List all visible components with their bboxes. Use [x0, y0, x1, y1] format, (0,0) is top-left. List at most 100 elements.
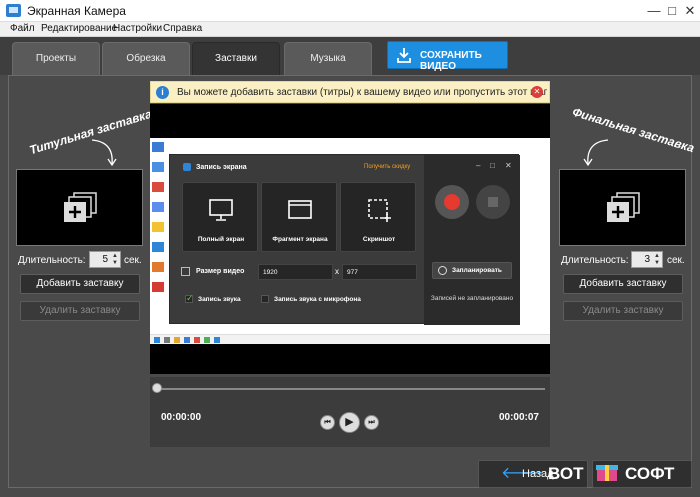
timeline-panel: 00:00:00 00:00:07 ⏮ ▶ ⏭: [150, 377, 550, 447]
intro-duration-value: 5: [102, 254, 108, 265]
final-outro-preview[interactable]: [559, 169, 686, 246]
title-bar: Экранная Камера — □ ✕: [0, 0, 700, 22]
desktop-shortcut-icon: [152, 142, 164, 152]
desktop-screenshot: Запись экрана Получить скидку – □ ✕ Полн…: [150, 138, 550, 344]
menu-file[interactable]: Файл: [10, 23, 35, 34]
taskbar-app-icon: [174, 337, 180, 343]
recorder-logo-icon: [183, 163, 191, 171]
taskbar-app-icon: [184, 337, 190, 343]
desktop-shortcut-icon: [152, 202, 164, 212]
mode-screenshot[interactable]: Скриншот: [340, 182, 416, 252]
add-intro-button[interactable]: Добавить заставку: [20, 274, 140, 294]
discount-link[interactable]: Получить скидку: [364, 164, 410, 170]
outro-duration-stepper[interactable]: 3 ▲ ▼: [631, 251, 663, 268]
clock-icon: [438, 266, 447, 275]
tab-bar: Проекты Обрезка Заставки Музыка СОХРАНИТ…: [0, 37, 700, 75]
stop-button[interactable]: [476, 185, 510, 219]
sound-label: Запись звука: [198, 296, 241, 303]
tab-trim[interactable]: Обрезка: [102, 42, 190, 75]
close-button[interactable]: ✕: [680, 2, 700, 20]
record-button[interactable]: [435, 185, 469, 219]
schedule-button[interactable]: Запланировать: [432, 262, 512, 279]
timeline-track[interactable]: [155, 388, 545, 390]
maximize-button[interactable]: □: [662, 2, 682, 20]
intro-duration-label: Длительность:: [18, 255, 86, 266]
save-video-label: СОХРАНИТЬ ВИДЕО: [420, 50, 482, 72]
screenshot-icon: [368, 199, 391, 222]
mode-fullscreen-label: Полный экран: [197, 236, 245, 243]
forward-button[interactable]: ⏭: [364, 415, 379, 430]
screen-recorder-window: Запись экрана Получить скидку – □ ✕ Полн…: [169, 154, 520, 325]
intro-duration-unit: сек.: [124, 255, 142, 266]
outro-duration-value: 3: [644, 254, 650, 265]
close-icon[interactable]: ✕: [531, 86, 543, 98]
video-preview: Запись экрана Получить скидку – □ ✕ Полн…: [150, 104, 550, 374]
minimize-icon[interactable]: –: [476, 161, 480, 170]
stepper-arrows-icon[interactable]: ▲ ▼: [112, 253, 118, 267]
remove-outro-button[interactable]: Удалить заставку: [563, 301, 683, 321]
menu-help[interactable]: Справка: [163, 23, 202, 34]
app-window: Экранная Камера — □ ✕ Файл Редактировани…: [0, 0, 700, 497]
close-icon[interactable]: ✕: [505, 161, 512, 170]
title-intro-preview[interactable]: [16, 169, 143, 246]
play-button[interactable]: ▶: [339, 412, 360, 433]
monitor-icon: [209, 199, 233, 221]
taskbar-app-icon: [164, 337, 170, 343]
info-banner: i Вы можете добавить заставки (титры) к …: [150, 81, 550, 103]
tab-intros[interactable]: Заставки: [192, 42, 280, 75]
mic-label: Запись звука с микрофона: [274, 296, 361, 303]
curved-arrow-icon: [91, 139, 117, 167]
intro-duration-stepper[interactable]: 5 ▲ ▼: [89, 251, 121, 268]
current-time: 00:00:00: [161, 412, 202, 423]
width-field[interactable]: 1920: [258, 264, 333, 280]
tab-projects[interactable]: Проекты: [12, 42, 100, 75]
download-icon: [397, 48, 411, 63]
window-icon: [288, 200, 312, 219]
menu-bar: Файл Редактирование Настройки Справка: [0, 22, 700, 37]
mic-checkbox[interactable]: [261, 295, 269, 303]
add-layers-icon: [607, 192, 640, 222]
mode-fragment[interactable]: Фрагмент экрана: [261, 182, 337, 252]
info-icon: i: [156, 86, 169, 99]
desktop-shortcut-icon: [152, 222, 164, 232]
sound-checkbox[interactable]: [185, 293, 194, 304]
taskbar-app-icon: [194, 337, 200, 343]
desktop-shortcut-icon: [152, 162, 164, 172]
watermark-right: СОФТ: [625, 464, 675, 483]
maximize-icon[interactable]: □: [490, 161, 495, 170]
taskbar-app-icon: [214, 337, 220, 343]
taskbar: [150, 334, 550, 344]
mode-screenshot-label: Скриншот: [362, 236, 396, 243]
height-field[interactable]: 977: [342, 264, 417, 280]
minimize-button[interactable]: —: [644, 2, 664, 20]
tab-music[interactable]: Музыка: [284, 42, 372, 75]
mode-fragment-label: Фрагмент экрана: [272, 236, 328, 243]
desktop-shortcut-icon: [152, 262, 164, 272]
total-time: 00:00:07: [498, 412, 539, 423]
video-size-label: Размер видео: [196, 268, 245, 275]
add-layers-icon: [64, 192, 97, 222]
info-message: Вы можете добавить заставки (титры) к ва…: [177, 87, 548, 98]
desktop-shortcut-icon: [152, 182, 164, 192]
taskbar-app-icon: [204, 337, 210, 343]
mode-fullscreen[interactable]: Полный экран: [182, 182, 258, 252]
watermark: ВОТ СОФТ: [548, 458, 688, 486]
stepper-arrows-icon[interactable]: ▲ ▼: [654, 253, 660, 267]
size-separator: x: [335, 267, 339, 276]
desktop-shortcut-icon: [152, 282, 164, 292]
app-camera-icon: [6, 4, 21, 17]
windows-start-icon: [154, 337, 160, 343]
desktop-shortcut-icon: [152, 242, 164, 252]
remove-intro-button[interactable]: Удалить заставку: [20, 301, 140, 321]
outro-duration-unit: сек.: [667, 255, 685, 266]
add-outro-button[interactable]: Добавить заставку: [563, 274, 683, 294]
menu-settings[interactable]: Настройки: [113, 23, 162, 34]
watermark-left: ВОТ: [548, 464, 584, 483]
menu-edit[interactable]: Редактирование: [41, 23, 117, 34]
window-title: Экранная Камера: [27, 4, 126, 18]
rewind-button[interactable]: ⏮: [320, 415, 335, 430]
resize-icon: [181, 267, 190, 276]
save-video-button[interactable]: СОХРАНИТЬ ВИДЕО: [387, 41, 508, 72]
timeline-scrubber[interactable]: [152, 383, 162, 393]
outro-duration-label: Длительность:: [561, 255, 629, 266]
